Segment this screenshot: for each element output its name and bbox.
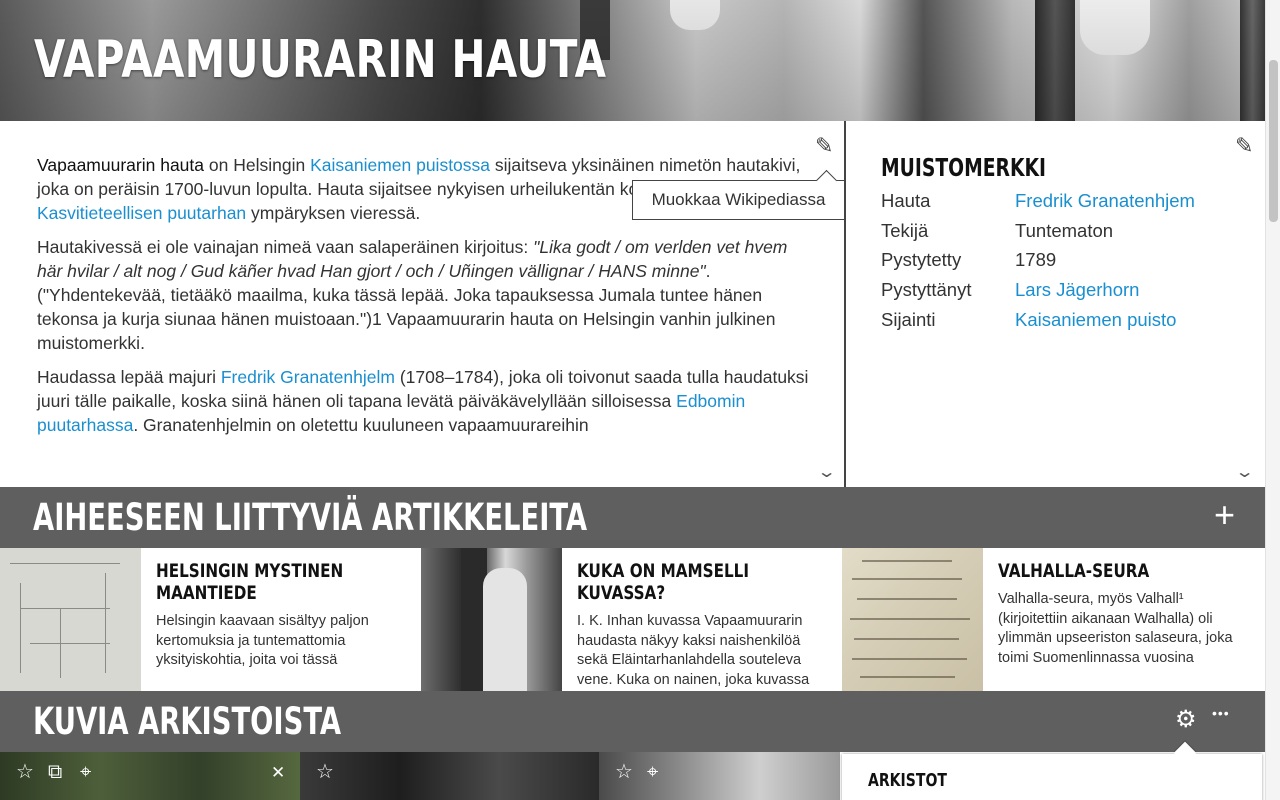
card-title: KUKA ON MAMSELLI KUVASSA? [577, 560, 749, 604]
infobox-row-sijainti: Sijainti Kaisaniemen puisto [881, 305, 1265, 335]
archive-image-3[interactable]: ☆ ⌖ [599, 752, 840, 800]
archive-panel-title: ARKISTOT [868, 770, 947, 791]
article-text: Vapaamuurarin hauta on Helsingin Kaisani… [0, 121, 846, 487]
expand-article-chevron-icon[interactable]: ⌄ [817, 462, 837, 482]
infobox-row-pystytetty: Pystytetty 1789 [881, 249, 1057, 271]
card-excerpt: Helsingin kaavaan sisältyy paljon kertom… [156, 613, 369, 668]
monument-infobox: MUISTOMERKKI Hauta Fredrik Granatenhjem … [848, 121, 1265, 487]
settings-gear-icon[interactable]: ⚙ [1175, 708, 1197, 732]
infobox-row-pystyttanyt: Pystyttänyt Lars Jägerhorn [881, 275, 1265, 305]
link-fredrik-granatenhjem[interactable]: Fredrik Granatenhjem [1015, 186, 1195, 216]
more-options-icon[interactable]: ••• [1212, 705, 1230, 721]
edit-article-pencil-icon[interactable]: ✎ [815, 133, 833, 159]
scrollbar-thumb[interactable] [1269, 60, 1278, 222]
favorite-star-icon[interactable]: ☆ [316, 762, 334, 782]
close-icon[interactable]: ✕ [271, 763, 285, 783]
location-pin-icon[interactable]: ⌖ [647, 762, 658, 782]
gallery-icon[interactable]: ⧉ [48, 762, 62, 782]
expand-infobox-chevron-icon[interactable]: ⌄ [1235, 462, 1255, 482]
archive-image-2[interactable]: ☆ [300, 752, 599, 800]
link-kaisaniemen-puisto[interactable]: Kaisaniemen puisto [1015, 305, 1176, 335]
related-articles-title: AIHEESEEN LIITTYVIÄ ARTIKKELEITA [33, 496, 588, 539]
favorite-star-icon[interactable]: ☆ [16, 762, 34, 782]
article-lead-bold: Vapaamuurarin hauta [37, 155, 205, 175]
edit-tooltip: Muokkaa Wikipediassa [632, 180, 845, 220]
article-paragraph-3: Haudassa lepää majuri Fredrik Granatenhj… [37, 367, 809, 435]
archive-images-header: KUVIA ARKISTOISTA ⚙ ••• [0, 691, 1265, 752]
article-card-valhalla-seura[interactable]: VALHALLA-SEURA Valhalla-seura, myös Valh… [842, 548, 1263, 691]
page-title: VAPAAMUURARIN HAUTA [34, 30, 607, 90]
hero-banner: VAPAAMUURARIN HAUTA [0, 0, 1265, 121]
map-thumbnail [0, 548, 141, 691]
related-articles-list: HELSINGIN MYSTINEN MAANTIEDE Helsingin k… [0, 548, 1265, 691]
archive-image-1[interactable]: ☆ ⧉ ⌖ ✕ [0, 752, 300, 800]
card-title: HELSINGIN MYSTINEN MAANTIEDE [156, 560, 344, 604]
article-paragraph-2: Hautakivessä ei ole vainajan nimeä vaan … [37, 237, 788, 353]
infobox-row-hauta: Hauta Fredrik Granatenhjem [881, 186, 1265, 216]
location-pin-icon[interactable]: ⌖ [80, 762, 91, 782]
archive-settings-panel: ARKISTOT [842, 754, 1262, 800]
infobox-row-tekija: Tekijä Tuntematon [881, 219, 1114, 241]
add-article-plus-icon[interactable]: + [1214, 497, 1235, 533]
link-fredrik-granatenhjelm[interactable]: Fredrik Granatenhjelm [221, 367, 395, 387]
link-lars-jagerhorn[interactable]: Lars Jägerhorn [1015, 275, 1139, 305]
photo-thumbnail [421, 548, 562, 691]
card-title: VALHALLA-SEURA [998, 560, 1150, 582]
archive-images-title: KUVIA ARKISTOISTA [33, 700, 342, 743]
manuscript-thumbnail [842, 548, 983, 691]
link-kasvitieteellisen-puutarhan[interactable]: Kasvitieteellisen puutarhan [37, 203, 246, 223]
article-card-mystinen-maantiede[interactable]: HELSINGIN MYSTINEN MAANTIEDE Helsingin k… [0, 548, 421, 691]
article-card-mamselli[interactable]: KUKA ON MAMSELLI KUVASSA? I. K. Inhan ku… [421, 548, 842, 691]
page-scrollbar[interactable] [1265, 0, 1280, 800]
infobox-title: MUISTOMERKKI [881, 153, 1047, 182]
favorite-star-icon[interactable]: ☆ [615, 762, 633, 782]
card-excerpt: I. K. Inhan kuvassa Vapaamuurarin haudas… [577, 613, 810, 688]
edit-infobox-pencil-icon[interactable]: ✎ [1235, 133, 1253, 159]
link-kaisaniemen-puistossa[interactable]: Kaisaniemen puistossa [310, 155, 490, 175]
card-excerpt: Valhalla-seura, myös Valhall¹ (kirjoitet… [998, 591, 1233, 666]
related-articles-header: AIHEESEEN LIITTYVIÄ ARTIKKELEITA + [0, 487, 1265, 548]
